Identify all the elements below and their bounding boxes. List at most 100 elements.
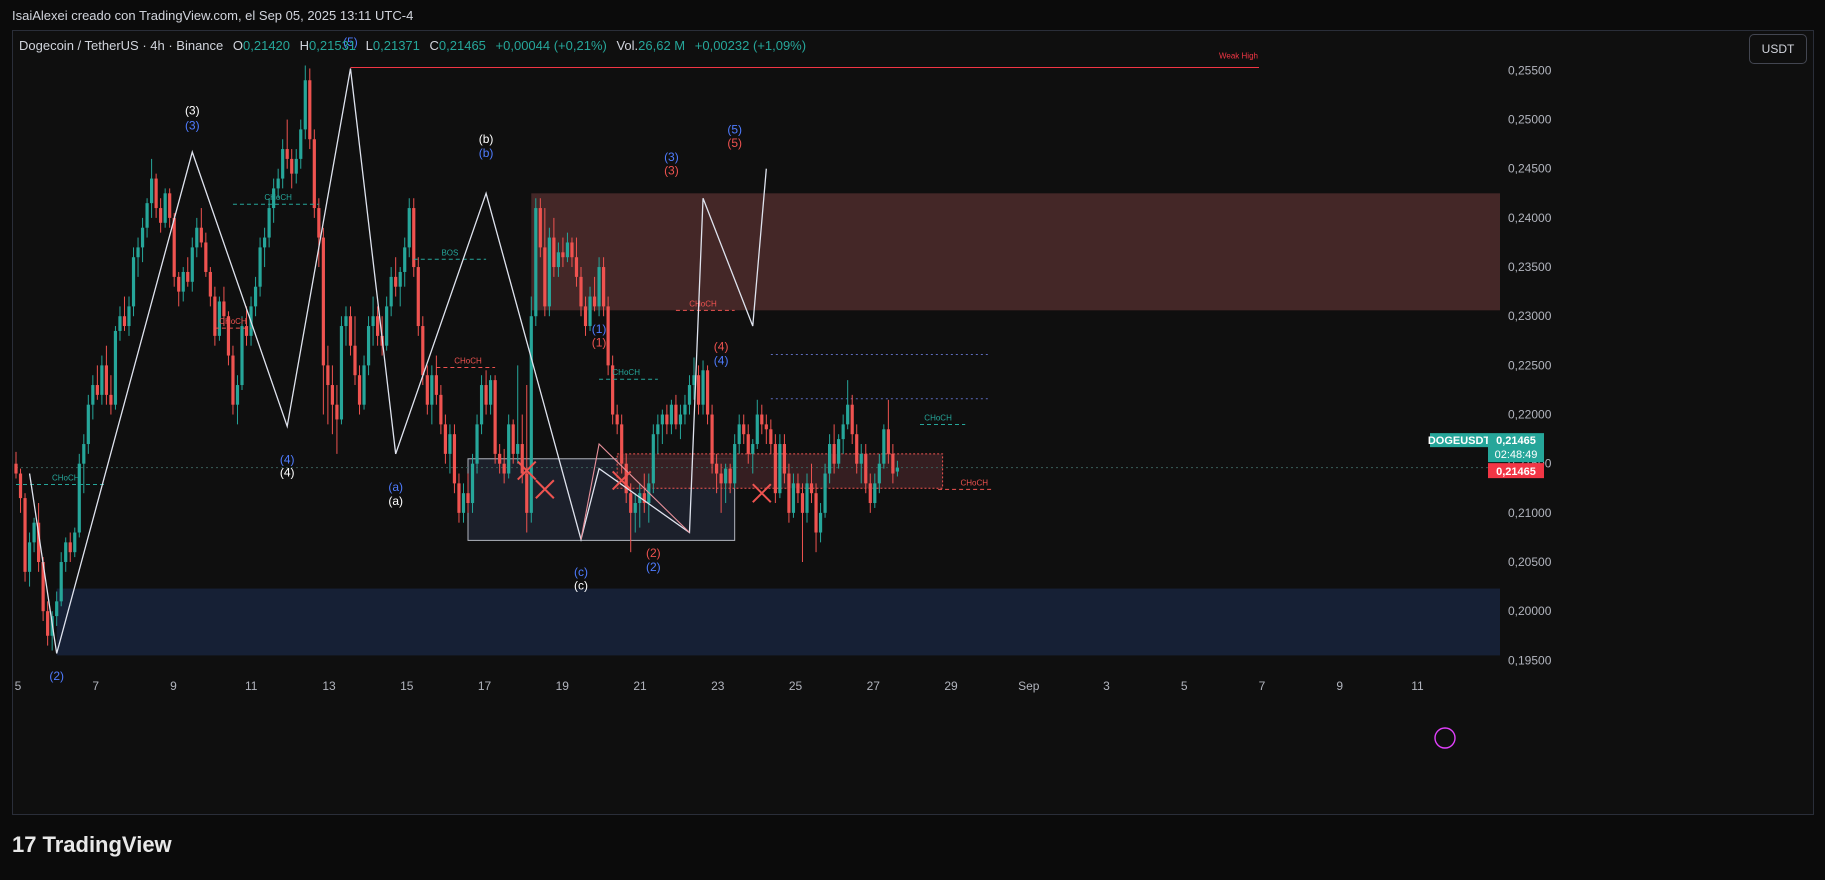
candle-body (131, 257, 136, 307)
candle-body (773, 444, 777, 494)
candle-body (656, 424, 660, 435)
candle-body (760, 414, 764, 425)
wave-label: (3) (664, 150, 679, 164)
structure-label: CHoCH (612, 368, 640, 377)
structure-label: CHoCH (924, 413, 952, 422)
candle-body (91, 385, 95, 405)
candle-body (484, 385, 488, 405)
candle-body (104, 365, 108, 395)
candle-body (814, 493, 818, 533)
x-tick-label: 25 (789, 679, 803, 693)
candle-body (407, 208, 411, 248)
brand-name: TradingView (42, 832, 172, 857)
candle-body (127, 306, 131, 327)
candle-body (281, 149, 285, 179)
candle-body (787, 473, 791, 513)
candle-body (606, 306, 610, 366)
candle-body (385, 306, 389, 346)
candle-body (565, 242, 570, 258)
candle-body (516, 444, 520, 454)
x-tick-label: 11 (245, 679, 258, 693)
y-tick-label: 0,24000 (1508, 211, 1552, 225)
tradingview-logo[interactable]: 17 TradingView (12, 832, 172, 858)
candle-body (705, 370, 710, 415)
candle-body (177, 276, 181, 292)
candle-body (805, 483, 809, 513)
candle-body (113, 330, 118, 405)
candle-body (263, 237, 267, 248)
wave-label: (3) (185, 118, 200, 132)
candle-body (846, 404, 850, 425)
candle-body (660, 414, 664, 425)
candle-body (154, 178, 158, 209)
candle-body (276, 178, 280, 189)
candle-body (357, 375, 362, 405)
x-tick-label: Sep (1018, 679, 1040, 693)
weak-high-label: Weak High (1219, 51, 1258, 60)
candle-body (800, 493, 805, 513)
candle-body (439, 394, 443, 425)
low-value: 0,21371 (372, 38, 420, 53)
candle-body (68, 542, 72, 553)
candle-body (353, 345, 357, 376)
candle-body (796, 483, 800, 494)
candle-body (140, 227, 145, 248)
candle-body (398, 271, 402, 287)
wave-label: (4) (714, 340, 729, 354)
wave-label: (c) (574, 565, 588, 579)
x-tick-label: 19 (556, 679, 570, 693)
supply-zone (531, 193, 1500, 311)
candle-body (724, 468, 728, 484)
candle-body (186, 271, 190, 282)
candle-body (335, 404, 339, 420)
candle-body (136, 247, 140, 258)
candle-body (489, 380, 493, 405)
candle-body (841, 424, 845, 440)
symbol-name[interactable]: Dogecoin / TetherUS · 4h · Binance (19, 38, 223, 53)
candle-body (434, 375, 438, 395)
currency-button[interactable]: USDT (1749, 34, 1807, 64)
candle-body (231, 355, 235, 405)
y-tick-label: 0,20500 (1508, 555, 1552, 569)
candle-body (556, 252, 560, 268)
candle-body (886, 429, 890, 454)
candle-body (100, 365, 104, 395)
wave-label: (4) (714, 353, 729, 367)
candle-body (674, 404, 678, 425)
candle-body (470, 463, 475, 504)
candle-body (737, 424, 741, 445)
y-tick-label: 0,24500 (1508, 162, 1552, 176)
y-tick-label: 0,23500 (1508, 260, 1552, 274)
candlestick-chart[interactable]: 0,195000,200000,205000,210000,215000,220… (12, 30, 1812, 813)
candle-body (837, 439, 841, 464)
candle-body (14, 463, 18, 474)
x-tick-label: 9 (170, 679, 177, 693)
candle-body (394, 276, 398, 287)
price-tag-text: 0,21465 (1496, 435, 1536, 447)
x-tick-label: 9 (1336, 679, 1343, 693)
candle-body (213, 296, 217, 336)
candle-body (285, 149, 289, 159)
candle-body (498, 453, 502, 464)
structure-label: CHoCH (689, 299, 717, 308)
candle-body (82, 444, 86, 464)
candle-body (669, 404, 673, 425)
candle-body (877, 463, 881, 484)
structure-label: BOS (441, 248, 458, 257)
x-tick-label: 27 (867, 679, 881, 693)
structure-label: CHoCH (219, 317, 247, 326)
candle-body (172, 217, 176, 277)
candle-body (303, 80, 307, 130)
candle-body (715, 463, 719, 474)
candle-body (55, 601, 59, 617)
candle-body (579, 276, 583, 307)
candle-body (258, 247, 262, 287)
candle-body (389, 276, 393, 307)
candle-body (299, 129, 303, 159)
candle-body (109, 394, 113, 405)
candle-body (86, 404, 90, 445)
top-bar: IsaiAlexei creado con TradingView.com, e… (0, 0, 1825, 30)
candle-body (366, 326, 371, 366)
x-tick-label: 3 (1103, 679, 1110, 693)
candle-body (253, 286, 258, 307)
